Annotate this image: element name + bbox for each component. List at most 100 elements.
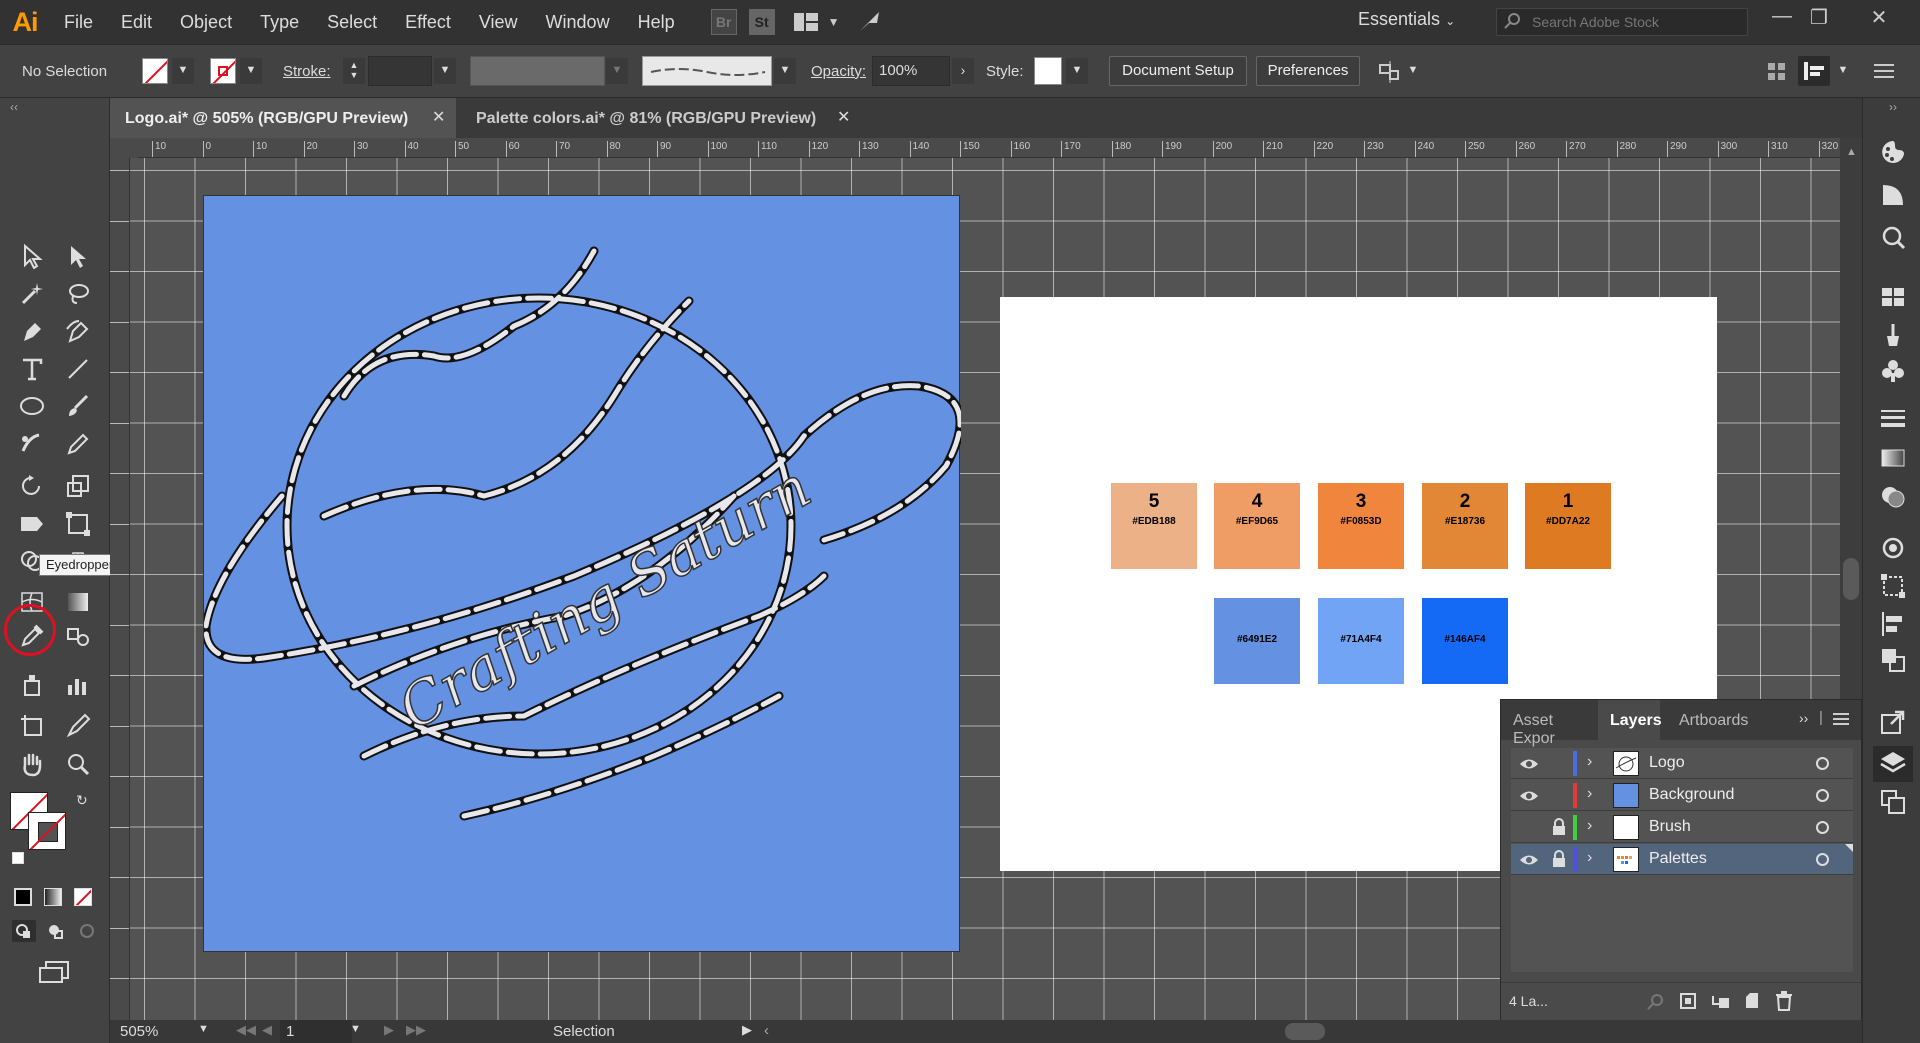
palette-swatch[interactable]: 2 #E18736 [1422,483,1508,569]
close-tab-icon[interactable]: ✕ [837,107,850,127]
palette-swatch[interactable]: 1 #DD7A22 [1525,483,1611,569]
restore-button[interactable]: ❐ [1804,5,1834,35]
gradient-mode-icon[interactable] [44,888,62,906]
rotate-tool-icon[interactable] [16,470,48,502]
opacity-label[interactable]: Opacity: [811,56,866,86]
menu-effect[interactable]: Effect [391,12,465,33]
collapse-icon[interactable]: ‹‹ [10,100,18,114]
expand-arrow-icon[interactable]: › [1587,785,1592,803]
tab-palette-colors[interactable]: Palette colors.ai* @ 81% (RGB/GPU Previe… [461,98,821,138]
profile-dropdown[interactable]: ▼ [606,58,628,84]
stroke-panel-icon[interactable] [1879,404,1907,432]
zoom-level[interactable]: 505% [120,1023,158,1040]
minimize-button[interactable]: — [1767,5,1797,35]
document-setup-button[interactable]: Document Setup [1109,56,1247,86]
menu-edit[interactable]: Edit [107,12,166,33]
stroke-label[interactable]: Stroke: [283,56,331,86]
style-swatch[interactable] [1034,57,1062,85]
pen-tool-icon[interactable] [16,316,48,348]
direct-selection-tool-icon[interactable] [62,240,94,272]
tab-layers[interactable]: Layers [1598,700,1662,740]
layer-name[interactable]: Brush [1649,818,1691,836]
stroke-color-box[interactable] [28,812,66,850]
transparency-icon[interactable] [1879,483,1907,511]
brush-dropdown[interactable]: ▼ [774,58,796,84]
default-colors-icon[interactable] [12,852,24,864]
slice-tool-icon[interactable] [62,710,94,742]
layer-row-palettes[interactable]: › Palettes [1511,844,1853,875]
palette-swatch[interactable]: #6491E2 [1214,598,1300,684]
target-circle-icon[interactable] [1816,789,1829,802]
expand-panels-icon[interactable]: ›› [1889,100,1897,114]
layers-panel-icon[interactable] [1873,746,1913,782]
artboard-number-field[interactable]: 1 [280,1020,352,1043]
close-window-button[interactable]: ✕ [1864,5,1894,35]
chevron-down-icon[interactable]: ▼ [821,9,847,35]
appearance-icon[interactable] [1879,534,1907,562]
ruler-origin[interactable] [110,138,138,158]
menu-window[interactable]: Window [532,12,624,33]
workspace-switcher[interactable]: Essentials ⌄ [1358,9,1455,30]
stroke-swatch[interactable] [210,58,236,84]
none-mode-icon[interactable] [74,888,92,906]
lock-icon[interactable] [1551,850,1567,868]
line-tool-icon[interactable] [62,353,94,385]
last-artboard-icon[interactable]: ▶▶ [406,1022,426,1038]
lasso-tool-icon[interactable] [62,278,94,310]
color-panel-icon[interactable] [1879,138,1907,166]
visibility-eye-icon[interactable] [1519,755,1539,773]
symbols-icon[interactable] [1879,356,1907,384]
new-sublayer-icon[interactable] [1711,992,1731,1010]
export-icon[interactable] [1879,708,1907,736]
horizontal-ruler[interactable]: 10 0 10 20 30 40 50 60 70 80 90 100 110 120 130 140 150 1… [138,138,1840,158]
swap-fill-stroke-icon[interactable]: ↻ [76,792,88,809]
color-guide-icon[interactable] [1879,181,1907,209]
target-circle-icon[interactable] [1816,757,1829,770]
stroke-weight-field[interactable] [368,56,432,86]
stock-icon[interactable]: St [748,9,775,35]
layer-name[interactable]: Background [1649,786,1734,804]
close-tab-icon[interactable]: ✕ [432,107,445,127]
expand-arrow-icon[interactable]: › [1587,753,1592,771]
magic-wand-tool-icon[interactable] [16,278,48,310]
scroll-thumb[interactable] [1843,558,1859,600]
hand-tool-icon[interactable] [16,748,48,780]
opacity-arrow[interactable]: › [952,58,974,84]
menu-file[interactable]: File [50,12,107,33]
zoom-tool-icon[interactable] [62,748,94,780]
selection-tool-icon[interactable] [16,240,48,272]
layer-row-logo[interactable]: › Logo [1511,748,1853,779]
free-transform-tool-icon[interactable] [62,508,94,540]
shaper-tool-icon[interactable] [16,428,48,460]
style-dropdown[interactable]: ▼ [1066,58,1088,84]
layer-name[interactable]: Palettes [1649,850,1707,868]
variable-width-profile[interactable] [470,56,605,86]
blend-tool-icon[interactable] [62,620,94,652]
stroke-weight-dropdown[interactable]: ▼ [434,58,456,84]
fill-dropdown[interactable]: ▼ [172,58,194,84]
arrange-documents-icon[interactable] [793,9,819,35]
align-dropdown[interactable]: ▼ [1402,58,1424,84]
brushes-icon[interactable] [1879,320,1907,348]
next-artboard-icon[interactable]: ▶ [384,1022,394,1038]
gradient-panel-icon[interactable] [1879,444,1907,472]
palette-swatch[interactable]: #146AF4 [1422,598,1508,684]
menu-select[interactable]: Select [313,12,391,33]
draw-behind-icon[interactable] [44,920,66,942]
panel-menu-icon[interactable] [1833,712,1849,726]
menu-object[interactable]: Object [166,12,246,33]
expand-arrow-icon[interactable]: › [1587,849,1592,867]
palette-swatch[interactable]: #71A4F4 [1318,598,1404,684]
stroke-weight-stepper[interactable]: ▲ ▼ [343,58,365,84]
bridge-icon[interactable]: Br [710,9,737,35]
lock-icon[interactable] [1551,818,1567,836]
swatches-guide-icon[interactable] [1879,223,1907,251]
tab-artboards[interactable]: Artboards [1667,700,1767,740]
tab-logo[interactable]: Logo.ai* @ 505% (RGB/GPU Preview) [110,98,456,138]
fill-swatch[interactable] [142,58,168,84]
horizontal-scroll-thumb[interactable] [1285,1023,1325,1040]
locate-object-icon[interactable] [1647,993,1665,1011]
brush-definition[interactable] [642,56,772,86]
panel-toggle-icon[interactable] [1798,56,1830,86]
logo-artboard[interactable]: Crafting Saturn [201,195,965,952]
